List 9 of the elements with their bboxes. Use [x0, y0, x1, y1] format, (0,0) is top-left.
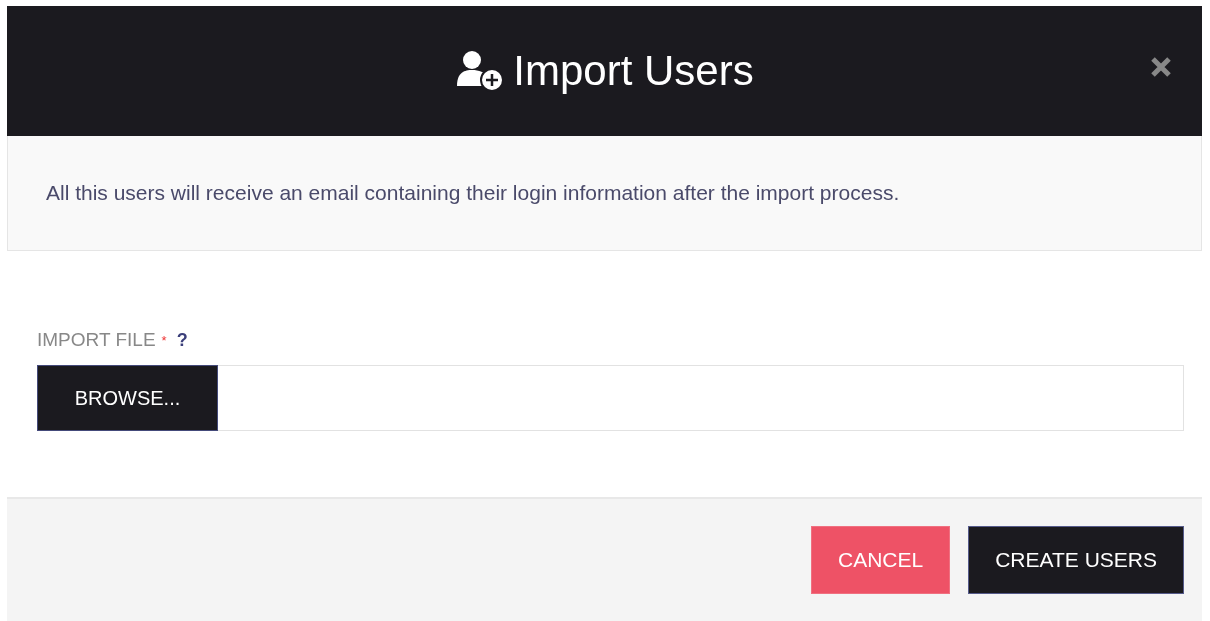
close-icon[interactable]: [1150, 56, 1172, 78]
help-link[interactable]: ?: [176, 329, 188, 351]
browse-button[interactable]: BROWSE...: [37, 365, 218, 431]
notice-text: All this users will receive an email containing their login information after the import process.: [46, 181, 900, 205]
field-label: IMPORT FILE: [37, 329, 156, 351]
required-mark: *: [161, 332, 167, 348]
file-input-field[interactable]: BROWSE...: [37, 365, 1184, 431]
dialog-title: Import Users: [513, 47, 754, 95]
create-users-button[interactable]: CREATE USERS: [968, 526, 1184, 594]
